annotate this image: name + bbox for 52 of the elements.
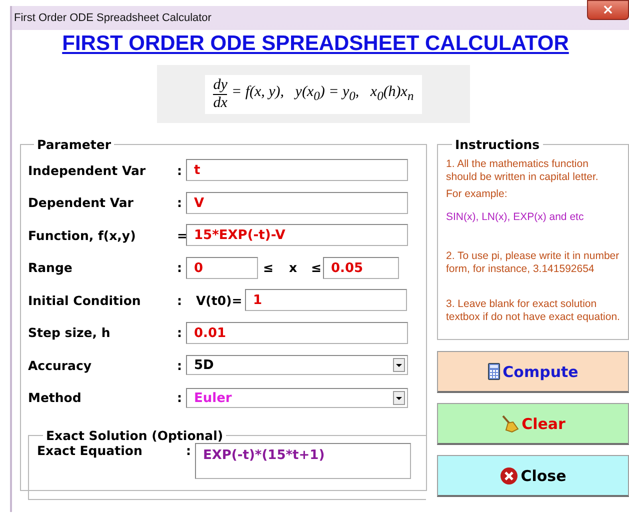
clear-button[interactable]: Clear — [437, 403, 629, 445]
separator-text: : — [186, 443, 192, 458]
field-label: Independent Var — [28, 162, 147, 178]
input-field[interactable]: 0.01 — [186, 322, 408, 344]
compute-button[interactable]: Compute — [437, 351, 629, 393]
instruction-text: For example: — [446, 188, 508, 201]
close-icon — [500, 466, 518, 484]
instruction-text: 3. Leave blank for exact solution textbox if do not have exact equation. — [446, 298, 621, 324]
variable-text: x — [289, 260, 298, 276]
separator-text: : — [177, 325, 183, 340]
input-field[interactable]: 0 — [186, 256, 258, 279]
field-label: Function, f(x,y) — [28, 228, 137, 243]
calculator-icon — [488, 363, 500, 380]
close-button[interactable]: × — [587, 0, 629, 20]
dropdown[interactable]: 5D — [186, 355, 408, 376]
field-label: Accuracy — [28, 358, 93, 373]
formula-text: = f(x, y), y(x$_{0}$) = y$_{0}$, x$_{0}$(h)x$_{n}$ — [231, 84, 414, 104]
formula-numerator: dy — [213, 76, 228, 94]
close-button[interactable]: Close — [437, 455, 629, 497]
group-title: Parameter — [36, 137, 112, 152]
initial-label: V(t0)= — [196, 292, 244, 308]
separator-text: : — [177, 260, 183, 276]
input-field[interactable]: 15*EXP(-t)-V — [186, 224, 408, 246]
instruction-text: 1. All the mathematics function should be written in capital letter. — [446, 158, 600, 184]
window-title: First Order ODE Spreadsheet Calculator — [13, 12, 212, 24]
dropdown[interactable]: Euler — [186, 388, 408, 408]
instruction-text: SIN(x), LN(x), EXP(x) and etc — [446, 211, 585, 224]
input-field[interactable]: V — [186, 192, 408, 214]
field-label: Method — [28, 390, 82, 406]
input-field[interactable]: EXP(-t)*(15*t+1) — [195, 443, 411, 479]
separator-text: : — [177, 292, 183, 308]
separator-text: = — [177, 228, 186, 243]
input-field[interactable]: t — [186, 159, 408, 182]
field-label: Step size, h — [28, 325, 112, 340]
separator-text: : — [177, 358, 183, 373]
field-label: Range — [28, 260, 74, 276]
group-title: Exact Solution (Optional) — [45, 428, 224, 443]
separator-text: : — [177, 390, 183, 406]
page-heading: FIRST ORDER ODE SPREADSHEET CALCULATOR — [61, 31, 570, 57]
less-equal-sign: ≤ — [263, 260, 274, 276]
field-label: Exact Equation — [37, 443, 144, 458]
group-title: Instructions — [454, 137, 541, 152]
input-field[interactable]: 0.05 — [323, 256, 399, 279]
input-field[interactable]: 1 — [245, 289, 407, 312]
field-label: Dependent Var — [28, 195, 134, 210]
field-label: Initial Condition — [28, 292, 142, 308]
separator-text: : — [177, 162, 183, 178]
separator-text: : — [177, 195, 183, 210]
formula-denominator: dx — [213, 94, 228, 112]
broom-icon — [500, 414, 519, 432]
instruction-text: 2. To use pi, please write it in number form, for instance, 3.141592654 — [446, 250, 620, 276]
less-equal-sign: ≤ — [311, 260, 322, 276]
